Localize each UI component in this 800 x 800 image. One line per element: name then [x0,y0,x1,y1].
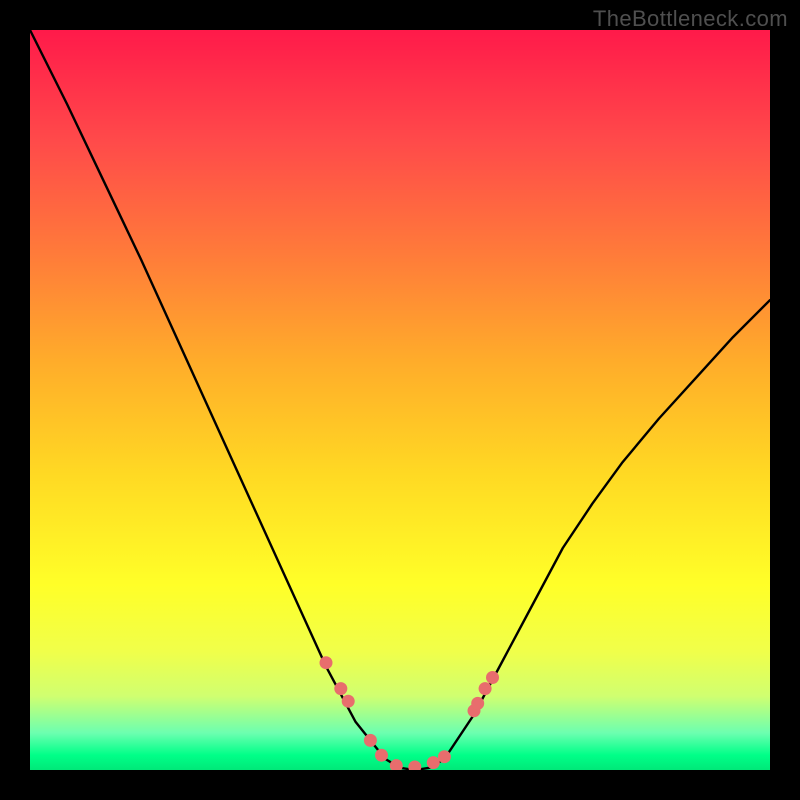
highlight-dot [320,656,333,669]
watermark-text: TheBottleneck.com [593,6,788,32]
curve-layer [30,30,770,770]
bottleneck-curve [30,30,770,770]
highlight-dot [486,671,499,684]
highlight-dot [375,749,388,762]
highlight-dot [479,682,492,695]
chart-frame: TheBottleneck.com [0,0,800,800]
highlight-dot [438,750,451,763]
highlight-dot [471,697,484,710]
highlight-dot [334,682,347,695]
highlight-dot [390,759,403,770]
highlight-dot [427,756,440,769]
highlight-dot [468,704,481,717]
highlight-dot [408,761,421,771]
plot-area [30,30,770,770]
highlight-dot [342,695,355,708]
highlight-dot [364,734,377,747]
